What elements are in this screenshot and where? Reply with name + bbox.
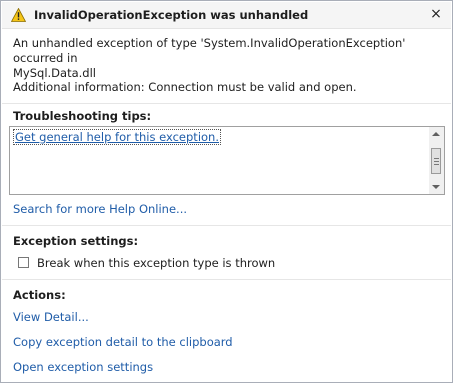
tips-scrollbar[interactable] [429, 127, 444, 194]
divider [2, 103, 451, 104]
view-detail-link[interactable]: View Detail... [13, 310, 89, 324]
warning-icon [10, 7, 27, 22]
exception-message: An unhandled exception of type 'System.I… [13, 36, 443, 81]
search-help-online-link[interactable]: Search for more Help Online... [13, 202, 187, 216]
close-icon[interactable]: × [427, 5, 445, 23]
exception-message-line2: MySql.Data.dll [13, 66, 96, 80]
exception-settings-heading: Exception settings: [13, 234, 139, 248]
scroll-up-arrow-icon[interactable] [432, 132, 440, 136]
title-bar: InvalidOperationException was unhandled … [2, 2, 451, 29]
divider [2, 225, 451, 226]
additional-information: Additional information: Connection must … [13, 80, 357, 94]
exception-message-line1: An unhandled exception of type 'System.I… [13, 36, 406, 65]
exception-assistant-dialog: InvalidOperationException was unhandled … [0, 0, 453, 383]
dialog-title: InvalidOperationException was unhandled [34, 8, 309, 22]
actions-heading: Actions: [13, 288, 66, 302]
open-exception-settings-link[interactable]: Open exception settings [13, 360, 153, 374]
scroll-down-arrow-icon[interactable] [432, 185, 440, 189]
troubleshooting-tips-list[interactable]: Get general help for this exception. [9, 126, 445, 195]
break-on-exception-checkbox[interactable] [18, 257, 29, 268]
break-on-exception-label[interactable]: Break when this exception type is thrown [37, 256, 275, 270]
divider [2, 279, 451, 280]
troubleshooting-heading: Troubleshooting tips: [13, 109, 152, 123]
scroll-thumb[interactable] [431, 148, 441, 174]
copy-exception-detail-link[interactable]: Copy exception detail to the clipboard [13, 335, 233, 349]
tip-link-general-help[interactable]: Get general help for this exception. [13, 129, 221, 145]
